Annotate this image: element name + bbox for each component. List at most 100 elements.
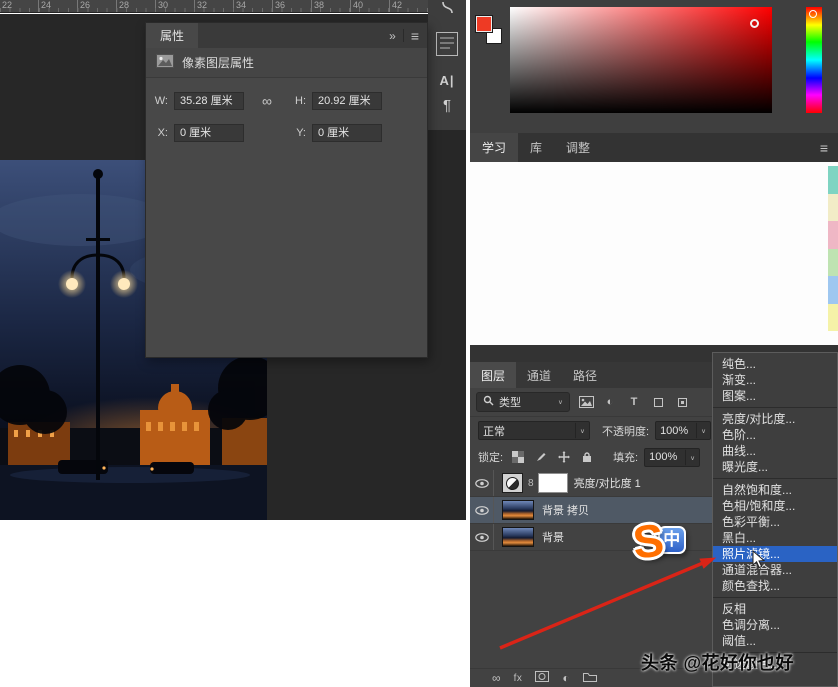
lock-position-icon[interactable] — [555, 449, 572, 465]
properties-tabbar-icons: » ≡ — [389, 23, 427, 48]
panel-menu-icon[interactable]: ≡ — [820, 133, 838, 162]
layer-thumbnail[interactable] — [502, 527, 534, 547]
new-adjustment-layer-menu: 纯色... 渐变... 图案... 亮度/对比度... 色阶... 曲线... … — [712, 352, 838, 687]
filter-type-layers-icon[interactable]: T — [626, 395, 642, 410]
adjustment-layer-thumbnail[interactable] — [502, 473, 523, 493]
menu-item-photo-filter[interactable]: 照片滤镜... — [713, 546, 837, 562]
y-field[interactable]: 0 厘米 — [312, 124, 382, 142]
ruler-number: 30 — [155, 0, 194, 12]
chevron-down-icon: ∨ — [696, 423, 706, 438]
filter-shape-layers-icon[interactable] — [650, 395, 666, 410]
tab-layers[interactable]: 图层 — [470, 362, 516, 388]
tab-channels[interactable]: 通道 — [516, 362, 562, 388]
layer-mask-thumbnail[interactable] — [538, 473, 568, 493]
menu-item-channel-mixer[interactable]: 通道混合器... — [713, 562, 837, 578]
link-layers-icon[interactable]: ∞ — [492, 673, 501, 683]
menu-divider — [713, 407, 837, 408]
menu-item-gradient[interactable]: 渐变... — [713, 372, 837, 388]
eye-icon — [475, 533, 489, 542]
height-field[interactable]: 20.92 厘米 — [312, 92, 382, 110]
lock-image-pixels-icon[interactable] — [532, 449, 549, 465]
menu-item-black-white[interactable]: 黑白... — [713, 530, 837, 546]
menu-item-solid-color[interactable]: 纯色... — [713, 356, 837, 372]
properties-tabbar: 属性 » ≡ — [146, 23, 427, 48]
lock-transparent-pixels-icon[interactable] — [509, 449, 526, 465]
x-label: X: — [152, 127, 168, 139]
ruler-number: 28 — [116, 0, 155, 12]
ruler-number: 40 — [350, 0, 389, 12]
fill-dropdown[interactable]: 100% ∨ — [644, 448, 700, 467]
menu-item-posterize[interactable]: 色调分离... — [713, 617, 837, 633]
menu-item-exposure[interactable]: 曝光度... — [713, 459, 837, 475]
fill-label: 填充: — [613, 449, 638, 465]
visibility-cell[interactable] — [470, 470, 494, 496]
swatch — [828, 194, 838, 222]
ruler-number: 32 — [194, 0, 233, 12]
menu-item-color-balance[interactable]: 色彩平衡... — [713, 514, 837, 530]
layer-name[interactable]: 背景 — [542, 529, 564, 545]
menu-item-vibrance[interactable]: 自然饱和度... — [713, 482, 837, 498]
tab-learn[interactable]: 学习 — [470, 133, 518, 162]
visibility-cell[interactable] — [470, 497, 494, 523]
tab-adjustments[interactable]: 调整 — [554, 133, 602, 162]
tab-library[interactable]: 库 — [518, 133, 554, 162]
opacity-dropdown[interactable]: 100% ∨ — [655, 421, 711, 440]
color-picker-marker[interactable] — [750, 19, 759, 28]
layer-name[interactable]: 背景 拷贝 — [542, 502, 589, 518]
blend-mode-dropdown[interactable]: 正常 ∨ — [478, 421, 590, 440]
paragraph-panel-icon[interactable]: ¶ — [443, 97, 451, 114]
menu-item-invert[interactable]: 反相 — [713, 601, 837, 617]
hue-slider[interactable] — [806, 7, 822, 113]
menu-item-brightness-contrast[interactable]: 亮度/对比度... — [713, 411, 837, 427]
collapse-panel-icon[interactable]: » — [389, 29, 396, 43]
menu-item-pattern[interactable]: 图案... — [713, 388, 837, 404]
menu-item-curves[interactable]: 曲线... — [713, 443, 837, 459]
eye-icon — [475, 479, 489, 488]
layer-thumbnail[interactable] — [502, 500, 534, 520]
swatch — [828, 276, 838, 304]
opacity-value: 100% — [660, 425, 688, 437]
swatch — [828, 166, 838, 194]
ruler-number: 34 — [233, 0, 272, 12]
glyphs-panel-icon[interactable] — [436, 32, 458, 61]
right-panel-tabs: 学习 库 调整 ≡ — [470, 133, 838, 162]
search-icon — [483, 395, 494, 409]
tab-properties[interactable]: 属性 — [146, 23, 198, 48]
history-icon[interactable] — [439, 1, 455, 19]
ruler-number: 26 — [77, 0, 116, 12]
saturation-brightness-field[interactable] — [510, 7, 772, 113]
collapsed-panels-icons: A| ¶ — [428, 0, 466, 130]
pixel-layer-icon — [156, 54, 174, 71]
filter-adjustment-layers-icon[interactable]: ◐ — [602, 395, 618, 410]
ruler-number: 38 — [311, 0, 350, 12]
new-group-icon[interactable] — [583, 671, 597, 685]
width-field[interactable]: 35.28 厘米 — [174, 92, 244, 110]
layer-mask-link-icon[interactable]: 8 — [528, 478, 534, 489]
width-label: W: — [152, 95, 168, 107]
link-dimensions-icon[interactable]: ∞ — [250, 96, 284, 106]
divider — [403, 29, 404, 42]
menu-item-hue-saturation[interactable]: 色相/饱和度... — [713, 498, 837, 514]
new-adjustment-layer-icon[interactable]: ◐ — [562, 673, 569, 683]
character-panel-icon[interactable]: A| — [439, 73, 454, 88]
filter-pixel-layers-icon[interactable] — [578, 395, 594, 410]
properties-fields: W: 35.28 厘米 ∞ H: 20.92 厘米 X: 0 厘米 Y: 0 厘… — [146, 78, 427, 170]
menu-item-threshold[interactable]: 阈值... — [713, 633, 837, 649]
layer-filter-dropdown[interactable]: 类型 ∨ — [476, 392, 570, 412]
menu-divider — [713, 478, 837, 479]
layer-style-icon[interactable]: fx — [514, 673, 523, 684]
tab-paths[interactable]: 路径 — [562, 362, 608, 388]
menu-item-levels[interactable]: 色阶... — [713, 427, 837, 443]
ruler-number: 42 — [389, 0, 428, 12]
visibility-cell[interactable] — [470, 524, 494, 550]
photoshop-screenshot: 22 24 26 28 30 32 34 36 38 40 42 — [0, 0, 838, 687]
panel-menu-icon[interactable]: ≡ — [411, 28, 419, 44]
foreground-color-swatch[interactable] — [476, 16, 492, 32]
layer-name[interactable]: 亮度/对比度 1 — [574, 475, 641, 491]
x-field[interactable]: 0 厘米 — [174, 124, 244, 142]
hue-marker[interactable] — [809, 10, 817, 18]
menu-item-color-lookup[interactable]: 颜色查找... — [713, 578, 837, 594]
filter-smart-objects-icon[interactable] — [674, 395, 690, 410]
add-mask-icon[interactable] — [535, 671, 549, 685]
lock-all-icon[interactable] — [578, 449, 595, 465]
